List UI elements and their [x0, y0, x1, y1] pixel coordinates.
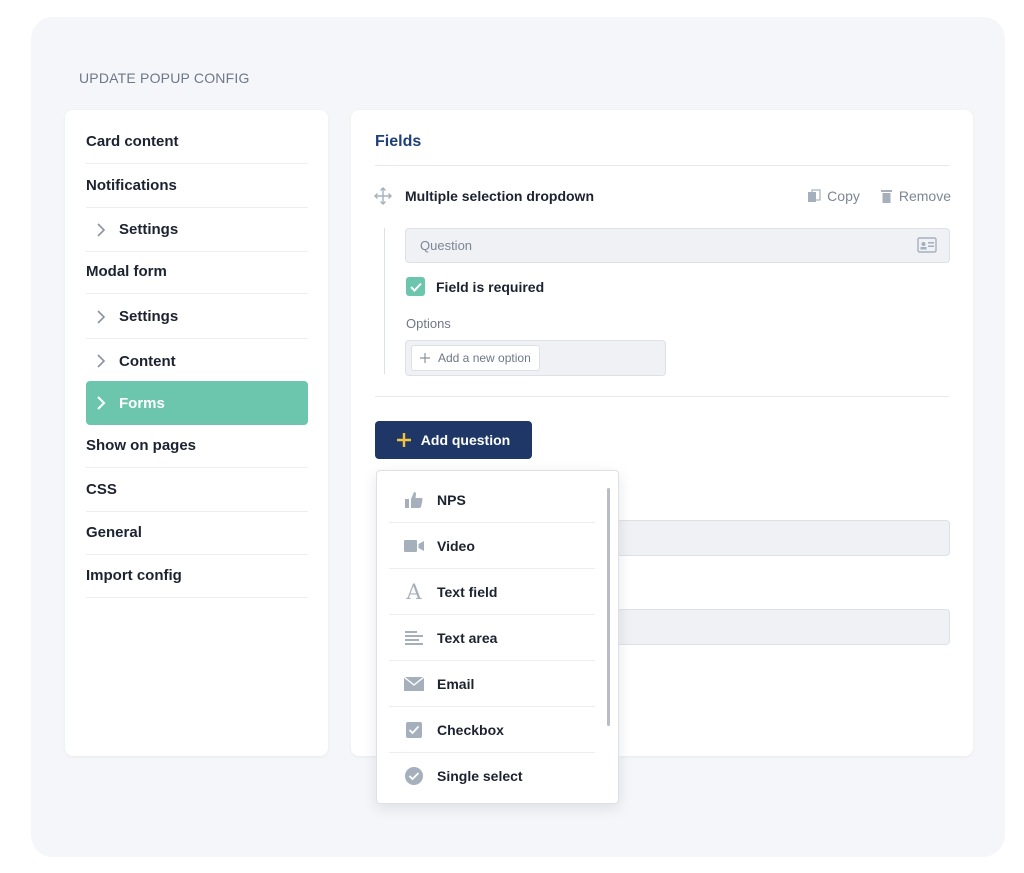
- thumbs-up-icon: [403, 489, 425, 511]
- options-label: Options: [406, 316, 451, 331]
- menu-item-label: Email: [437, 675, 475, 692]
- menu-item-text-field[interactable]: A Text field: [389, 569, 595, 615]
- envelope-icon: [403, 673, 425, 695]
- copy-label: Copy: [827, 188, 860, 204]
- menu-item-label: Single select: [437, 768, 523, 784]
- sidebar-item-import-config[interactable]: Import config: [86, 554, 308, 598]
- add-option-button[interactable]: Add a new option: [411, 345, 540, 371]
- chevron-right-icon: [97, 354, 106, 368]
- dropdown-scrollbar[interactable]: [607, 488, 610, 726]
- page-title: UPDATE POPUP CONFIG: [79, 70, 250, 86]
- plus-icon: [396, 433, 411, 447]
- menu-item-label: Text field: [437, 583, 498, 600]
- sidebar: Card content Notifications Settings Moda…: [65, 110, 328, 756]
- required-label: Field is required: [436, 278, 545, 295]
- add-question-button[interactable]: Add question: [375, 421, 532, 459]
- chevron-right-icon: [97, 396, 106, 410]
- trash-icon: [880, 190, 892, 203]
- sidebar-item-css[interactable]: CSS: [86, 468, 308, 512]
- chevron-right-icon: [97, 222, 106, 237]
- plus-icon: [420, 353, 430, 363]
- divider: [375, 396, 949, 397]
- sidebar-item-modal-form[interactable]: Modal form: [86, 250, 308, 294]
- field-type-label: Multiple selection dropdown: [405, 188, 594, 204]
- menu-item-checkbox[interactable]: Checkbox: [389, 707, 595, 753]
- menu-item-text-area[interactable]: Text area: [389, 615, 595, 661]
- menu-item-label: Text area: [437, 629, 498, 646]
- sidebar-item-show-on-pages[interactable]: Show on pages: [86, 424, 308, 468]
- section-title: Fields: [375, 133, 422, 150]
- checkbox-icon: [403, 719, 425, 741]
- menu-item-label: Video: [437, 537, 475, 554]
- sidebar-item-label: Import config: [86, 567, 182, 584]
- sidebar-item-notifications-settings[interactable]: Settings: [86, 208, 308, 252]
- required-checkbox[interactable]: [406, 277, 425, 296]
- field-indent-line: [384, 228, 385, 374]
- field-input[interactable]: [617, 520, 950, 556]
- sidebar-item-label: Settings: [119, 308, 179, 325]
- add-option-label: Add a new option: [438, 351, 531, 365]
- field-input[interactable]: [617, 609, 950, 645]
- sidebar-item-label: Card content: [86, 133, 179, 150]
- required-row: Field is required: [406, 277, 544, 296]
- letter-a-icon: A: [406, 579, 422, 604]
- sidebar-item-label: General: [86, 524, 142, 541]
- sidebar-item-label: CSS: [86, 481, 117, 498]
- field-header: Multiple selection dropdown Copy Remove: [373, 186, 951, 206]
- text-lines-icon: [403, 627, 425, 649]
- sidebar-item-label: Forms: [119, 394, 165, 412]
- menu-item-single-select[interactable]: Single select: [389, 753, 595, 799]
- sidebar-item-label: Show on pages: [86, 437, 197, 454]
- sidebar-item-label: Settings: [119, 221, 179, 238]
- remove-label: Remove: [898, 188, 951, 204]
- menu-item-video[interactable]: Video: [389, 523, 595, 569]
- check-circle-icon: [403, 765, 425, 787]
- sidebar-item-modal-settings[interactable]: Settings: [86, 295, 308, 339]
- add-question-label: Add question: [420, 432, 511, 448]
- sidebar-item-general[interactable]: General: [86, 511, 308, 555]
- menu-item-label: NPS: [437, 491, 466, 508]
- sidebar-item-card-content[interactable]: Card content: [86, 120, 308, 164]
- video-camera-icon: [403, 535, 425, 557]
- divider: [375, 165, 949, 166]
- sidebar-item-label: Modal form: [86, 263, 167, 280]
- menu-item-label: Checkbox: [437, 721, 504, 738]
- add-question-dropdown: NPS Video A Text field Text area Email C…: [376, 470, 619, 804]
- sidebar-item-label: Content: [119, 352, 176, 370]
- sidebar-item-label: Notifications: [86, 177, 177, 194]
- menu-item-nps[interactable]: NPS: [389, 477, 595, 523]
- copy-icon: [808, 189, 821, 202]
- sidebar-item-notifications[interactable]: Notifications: [86, 164, 308, 208]
- menu-item-email[interactable]: Email: [389, 661, 595, 707]
- remove-button[interactable]: Remove: [880, 188, 951, 204]
- sidebar-item-modal-content[interactable]: Content: [86, 339, 308, 383]
- options-box: Add a new option: [405, 340, 666, 376]
- sidebar-item-forms[interactable]: Forms: [86, 381, 308, 425]
- copy-button[interactable]: Copy: [807, 188, 860, 204]
- check-icon: [409, 282, 422, 292]
- question-input[interactable]: [405, 228, 950, 263]
- id-card-icon[interactable]: [917, 237, 937, 253]
- drag-move-icon[interactable]: [373, 186, 393, 206]
- chevron-right-icon: [97, 309, 106, 324]
